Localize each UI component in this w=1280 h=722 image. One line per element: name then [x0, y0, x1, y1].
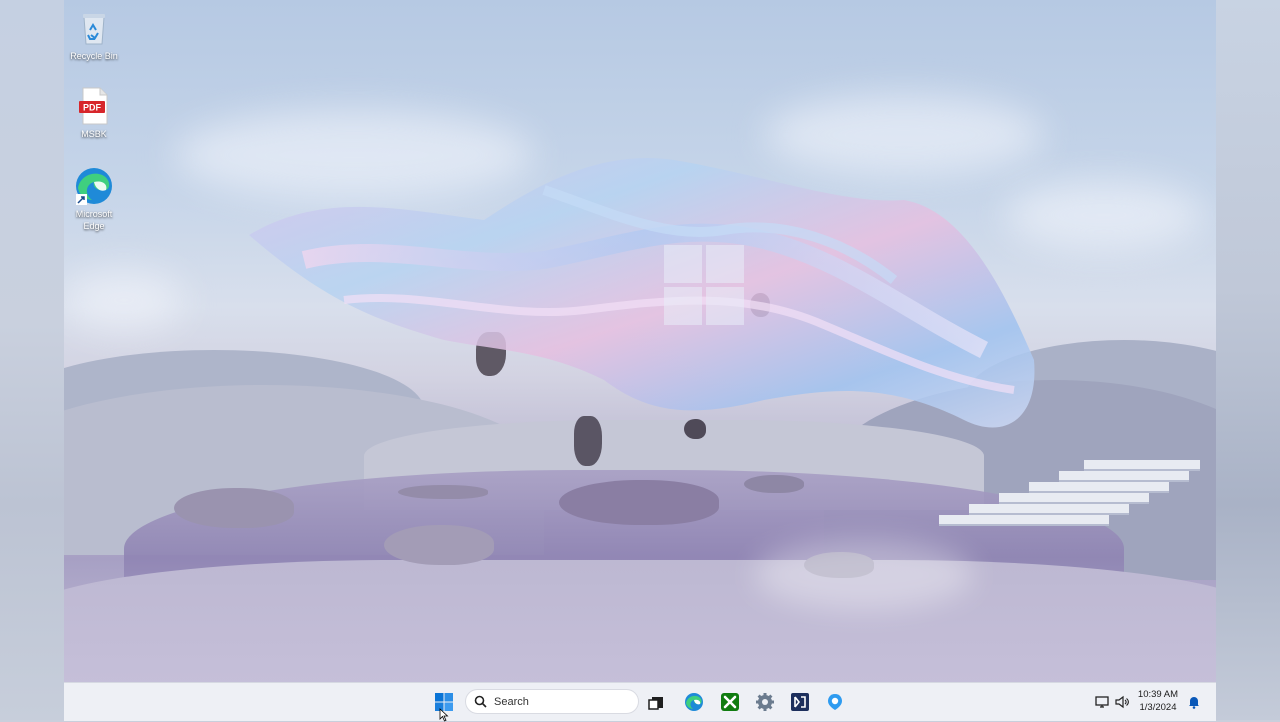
- notification-bell-icon[interactable]: [1186, 694, 1202, 710]
- recycle-bin-icon: [74, 8, 114, 48]
- cloud: [64, 270, 184, 330]
- left-blur-bar: [0, 0, 64, 720]
- edge-taskbar-button[interactable]: [680, 688, 708, 716]
- right-blur-bar: [1216, 0, 1280, 720]
- search-input[interactable]: Search: [465, 689, 639, 714]
- clock-date: 1/3/2024: [1139, 702, 1177, 713]
- network-icon[interactable]: [1094, 694, 1110, 710]
- settings-taskbar-button[interactable]: [751, 688, 779, 716]
- pdf-badge-text: PDF: [83, 103, 102, 113]
- xbox-icon: [721, 693, 739, 711]
- meadow: [64, 560, 1216, 682]
- clock[interactable]: 10:39 AM 1/3/2024: [1132, 688, 1184, 714]
- clock-time: 10:39 AM: [1137, 689, 1179, 700]
- rock: [398, 485, 488, 499]
- taskbar: Search 10:39 AM 1/3/2024: [64, 682, 1216, 721]
- desktop-wallpaper[interactable]: Recycle Bin PDF MSBK Microsoft Edge: [64, 0, 1216, 682]
- mist: [754, 540, 974, 610]
- glass-ribbon-art: [249, 158, 1035, 428]
- desktop-icon-label: Recycle Bin: [70, 51, 118, 61]
- desktop-icon-label: MSBK: [81, 129, 107, 139]
- dell-taskbar-button[interactable]: [786, 688, 814, 716]
- rock: [174, 488, 294, 528]
- rock: [744, 475, 804, 493]
- search-icon: [474, 695, 487, 708]
- copilot-icon: [828, 694, 842, 710]
- edge-icon: [74, 166, 114, 206]
- search-placeholder: Search: [494, 695, 529, 708]
- desktop-icon-microsoft-edge[interactable]: Microsoft Edge: [64, 166, 127, 232]
- copilot-taskbar-button[interactable]: [821, 688, 849, 716]
- volume-icon[interactable]: [1114, 694, 1130, 710]
- rock: [384, 525, 494, 565]
- task-view-icon: [648, 697, 663, 710]
- edge-icon: [685, 693, 703, 711]
- rock: [559, 480, 719, 525]
- dell-icon: [791, 693, 809, 711]
- label-line: Edge: [83, 221, 105, 231]
- pdf-file-icon: PDF: [74, 86, 114, 126]
- task-view-button[interactable]: [642, 688, 670, 716]
- settings-icon: [756, 693, 774, 711]
- desktop-icon-recycle-bin[interactable]: Recycle Bin: [64, 8, 127, 62]
- desktop-icon-msbk[interactable]: PDF MSBK: [64, 86, 127, 140]
- xbox-taskbar-button[interactable]: [716, 688, 744, 716]
- desktop-icon-label: Microsoft Edge: [64, 208, 127, 232]
- label-line: Microsoft: [75, 209, 113, 219]
